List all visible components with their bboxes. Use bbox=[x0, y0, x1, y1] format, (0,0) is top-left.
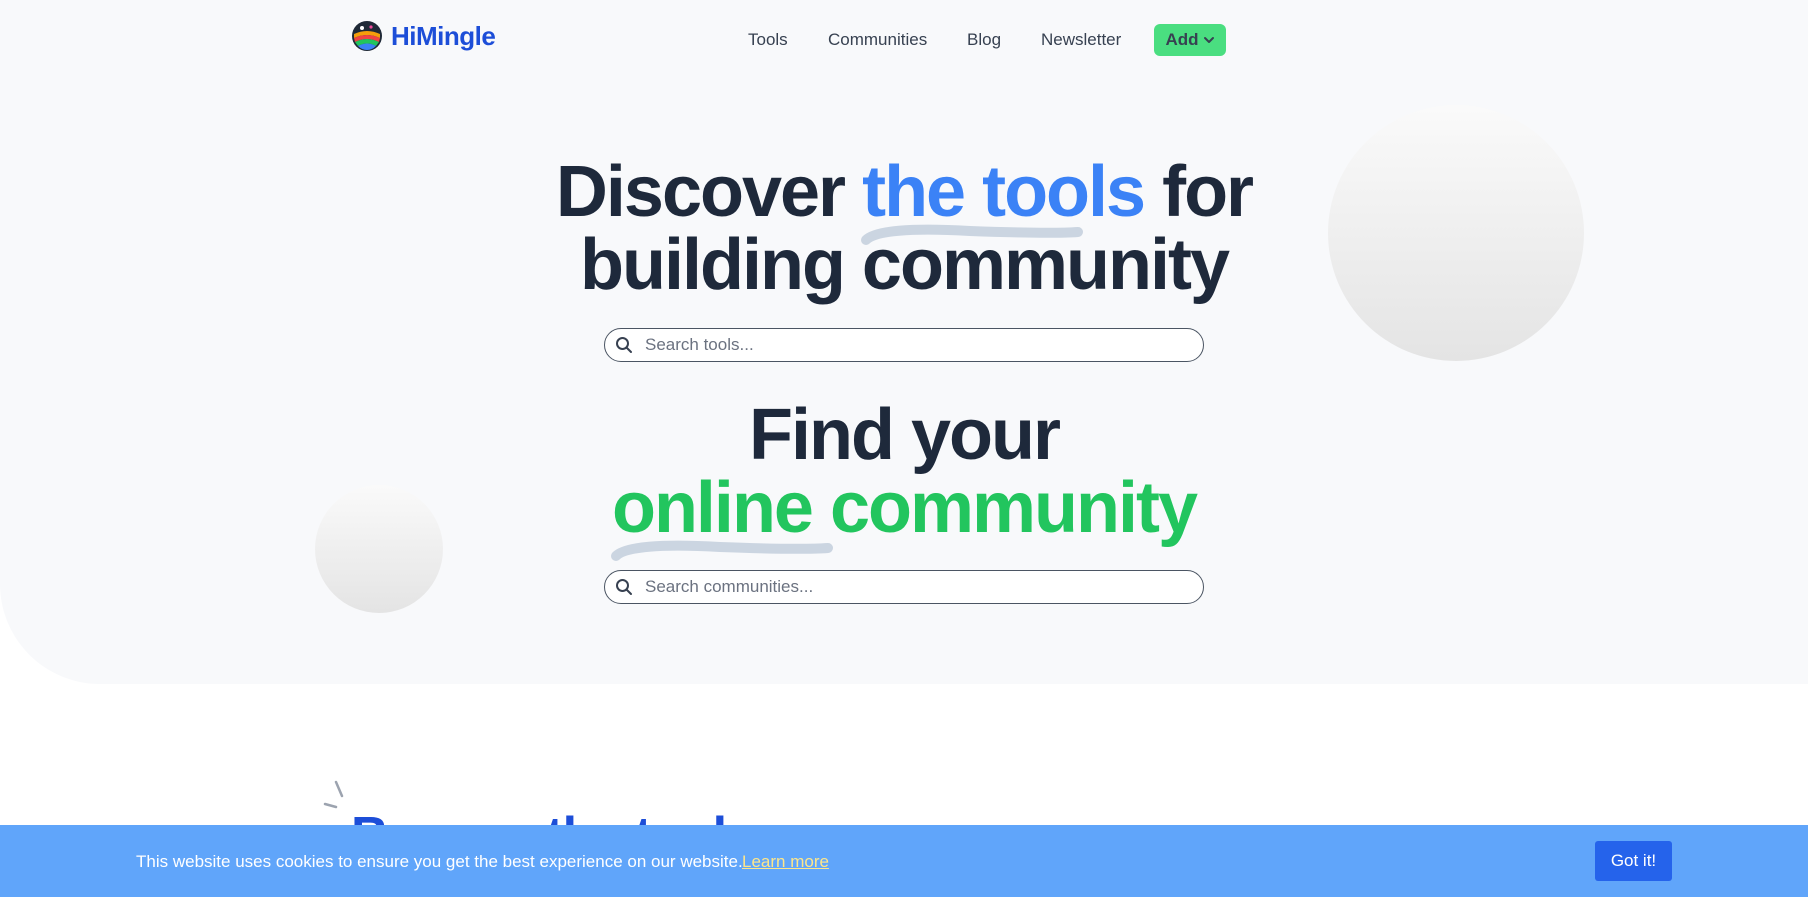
add-button[interactable]: Add bbox=[1154, 24, 1226, 56]
highlight-text: the tools bbox=[862, 152, 1146, 232]
colorful-globe-logo-icon bbox=[352, 21, 382, 51]
underline-swoosh bbox=[861, 224, 1084, 245]
communities-headline: Find your online community bbox=[404, 399, 1404, 561]
brand-logo-link[interactable]: HiMingle bbox=[351, 20, 496, 52]
add-button-label: Add bbox=[1165, 30, 1199, 49]
nav-link-newsletter[interactable]: Newsletter bbox=[1041, 30, 1121, 50]
accept-cookies-button[interactable]: Got it! bbox=[1595, 841, 1672, 881]
nav-link-communities[interactable]: Communities bbox=[828, 30, 927, 50]
search-icon bbox=[616, 337, 632, 353]
top-nav: HiMingle Tools Communities Blog Newslett… bbox=[0, 0, 1808, 80]
headline-highlight-tools: the tools bbox=[861, 152, 1146, 245]
underline-swoosh bbox=[610, 540, 833, 561]
tools-search-input[interactable] bbox=[645, 335, 1185, 355]
highlight-text: online community bbox=[611, 468, 1198, 548]
cookie-message: This website uses cookies to ensure you … bbox=[136, 852, 743, 871]
nav-link-tools[interactable]: Tools bbox=[748, 30, 788, 50]
communities-search-input[interactable] bbox=[645, 577, 1185, 597]
learn-more-link[interactable]: Learn more bbox=[742, 852, 829, 872]
communities-search-bar[interactable] bbox=[604, 570, 1204, 604]
headline-highlight-community: online community bbox=[610, 468, 1198, 561]
tools-search-bar[interactable] bbox=[604, 328, 1204, 362]
brand-name: HiMingle bbox=[391, 20, 496, 51]
headline-text: Discover bbox=[555, 152, 863, 232]
search-icon bbox=[616, 579, 632, 595]
sparkle-icon bbox=[323, 780, 344, 809]
headline-text: for bbox=[1144, 152, 1254, 232]
cookie-banner: This website uses cookies to ensure you … bbox=[0, 825, 1808, 897]
headline-text: Find your bbox=[749, 395, 1061, 475]
nav-link-blog[interactable]: Blog bbox=[967, 30, 1001, 50]
tools-headline: Discover the tools for building communit… bbox=[404, 156, 1404, 302]
chevron-down-icon bbox=[1203, 37, 1214, 43]
